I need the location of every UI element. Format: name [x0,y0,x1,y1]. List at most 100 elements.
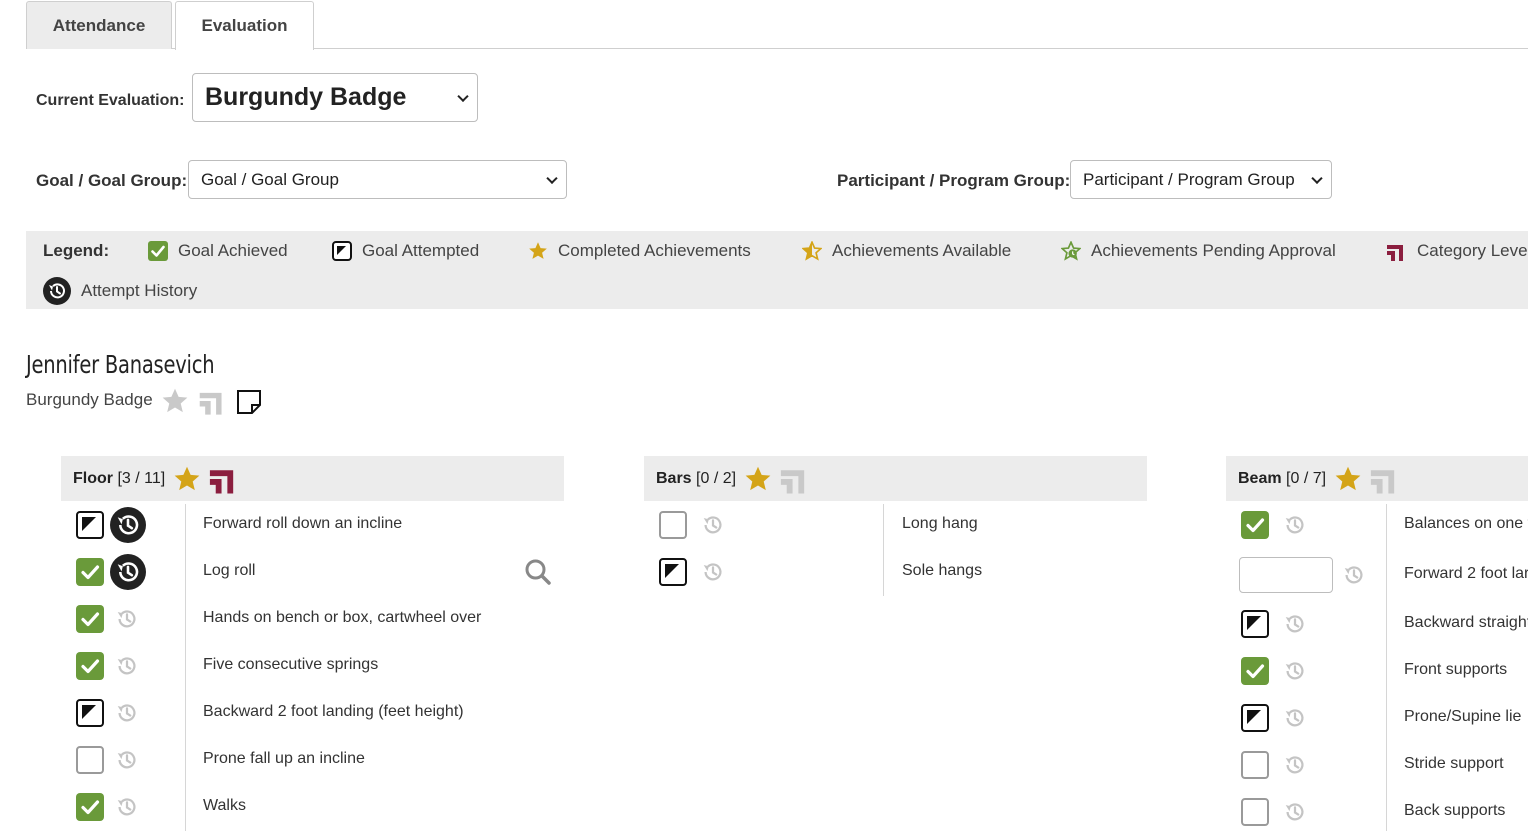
category-title: Bars [656,469,692,487]
goal-filter-value: Goal / Goal Group [201,169,339,189]
history-icon[interactable] [1282,512,1308,538]
goal-attempted-checkbox[interactable] [76,699,104,727]
goal-attempted-checkbox[interactable] [1241,704,1269,732]
attempted-icon [665,564,679,578]
category-header-bars: Bars [0 / 2] [644,456,1147,501]
goal-checkbox[interactable] [76,746,104,774]
goal-label: Back supports [1404,802,1506,819]
check-icon [81,800,100,815]
star-pending-icon [1061,241,1081,261]
column-divider [1386,504,1387,831]
current-evaluation-select[interactable]: Burgundy Badge [192,73,478,122]
history-icon[interactable] [114,700,140,726]
tab-attendance[interactable]: Attendance [26,1,172,49]
goal-checkbox[interactable] [659,511,687,539]
check-icon [148,241,168,261]
legend-item-category-level: Category Leve [1385,241,1528,261]
legend-label: Achievements Pending Approval [1091,241,1336,260]
attempt-input[interactable] [1239,557,1333,593]
goal-checkbox[interactable] [1241,751,1269,779]
goal-achieved-checkbox[interactable] [76,793,104,821]
legend-label: Completed Achievements [558,241,751,260]
goal-label: Backward 2 foot landing (feet height) [203,703,464,720]
participant-badge: Burgundy Badge [26,390,153,409]
history-icon[interactable] [114,747,140,773]
participant-filter-select[interactable]: Participant / Program Group [1070,160,1332,199]
goal-label: Walks [203,797,246,814]
goal-label: Five consecutive springs [203,656,379,673]
star-icon[interactable] [161,387,189,415]
search-icon[interactable] [524,558,552,586]
goal-filter-select[interactable]: Goal / Goal Group [188,160,567,199]
legend-item-goal-achieved: Goal Achieved [148,241,288,261]
check-icon [1246,518,1265,533]
participant-name: Jennifer Banasevich [26,350,215,379]
check-icon [81,659,100,674]
history-icon[interactable] [1282,658,1308,684]
category-title: Beam [1238,469,1282,487]
goal-achieved-checkbox[interactable] [76,558,104,586]
goal-label: Prone fall up an incline [203,750,365,767]
history-icon[interactable] [110,554,146,590]
chevron-down-icon [457,90,469,102]
participant-filter-label: Participant / Program Group: [837,171,1071,190]
history-icon[interactable] [700,559,726,585]
current-evaluation-label: Current Evaluation: [36,92,185,109]
category-title: Floor [73,469,113,487]
goal-label: Prone/Supine lie [1404,708,1522,725]
column-divider [185,504,186,831]
attempted-icon [332,241,352,261]
legend-item-goal-attempted: Goal Attempted [332,241,479,261]
star-icon[interactable] [1334,465,1362,493]
category-level-icon[interactable] [207,464,239,494]
history-icon[interactable] [1282,799,1308,825]
category-level-icon[interactable] [197,387,227,415]
goal-achieved-checkbox[interactable] [76,605,104,633]
goal-label: Front supports [1404,661,1508,678]
history-icon[interactable] [110,507,146,543]
category-count: [3 / 11] [117,469,166,487]
category-level-icon[interactable] [778,464,810,494]
goal-achieved-checkbox[interactable] [76,652,104,680]
goal-attempted-checkbox[interactable] [659,558,687,586]
goal-attempted-checkbox[interactable] [76,511,104,539]
star-icon[interactable] [744,465,772,493]
goal-label: Hands on bench or box, cartwheel over [203,609,482,626]
legend-title: Legend: [43,241,110,260]
history-icon[interactable] [700,512,726,538]
goal-label: Sole hangs [902,562,983,579]
goal-label: Stride support [1404,755,1504,772]
category-level-icon [1387,245,1403,261]
history-icon[interactable] [114,794,140,820]
attempted-icon [1247,616,1261,630]
history-icon[interactable] [1282,705,1308,731]
goal-achieved-checkbox[interactable] [1241,511,1269,539]
legend-label: Category Leve [1417,241,1528,260]
legend-item-achievements-pending: Achievements Pending Approval [1061,241,1336,261]
legend-label: Achievements Available [832,241,1012,260]
goal-label: Backward straight [1404,614,1528,631]
legend-label: Attempt History [81,281,198,300]
history-icon [43,277,71,305]
category-level-icon[interactable] [1368,464,1400,494]
check-icon [81,565,100,580]
history-icon[interactable] [114,606,140,632]
category-header-floor: Floor [3 / 11] [61,456,564,501]
history-icon[interactable] [1282,611,1308,637]
history-icon[interactable] [114,653,140,679]
goal-checkbox[interactable] [1241,798,1269,826]
legend-item-achievements-available: Achievements Available [802,241,1011,261]
goal-attempted-checkbox[interactable] [1241,610,1269,638]
note-icon[interactable] [236,389,262,415]
goal-label: Forward 2 foot lar [1404,565,1528,582]
legend-label: Goal Achieved [178,241,288,260]
legend-item-completed-achievements: Completed Achievements [528,241,751,261]
star-icon[interactable] [173,465,201,493]
goal-filter-label: Goal / Goal Group: [36,171,188,190]
goal-achieved-checkbox[interactable] [1241,657,1269,685]
legend: Legend: Goal Achieved Goal Attempted Com… [26,231,1528,309]
category-header-beam: Beam [0 / 7] [1226,456,1528,501]
history-icon[interactable] [1282,752,1308,778]
tab-evaluation[interactable]: Evaluation [175,1,314,50]
history-icon[interactable] [1341,562,1367,588]
